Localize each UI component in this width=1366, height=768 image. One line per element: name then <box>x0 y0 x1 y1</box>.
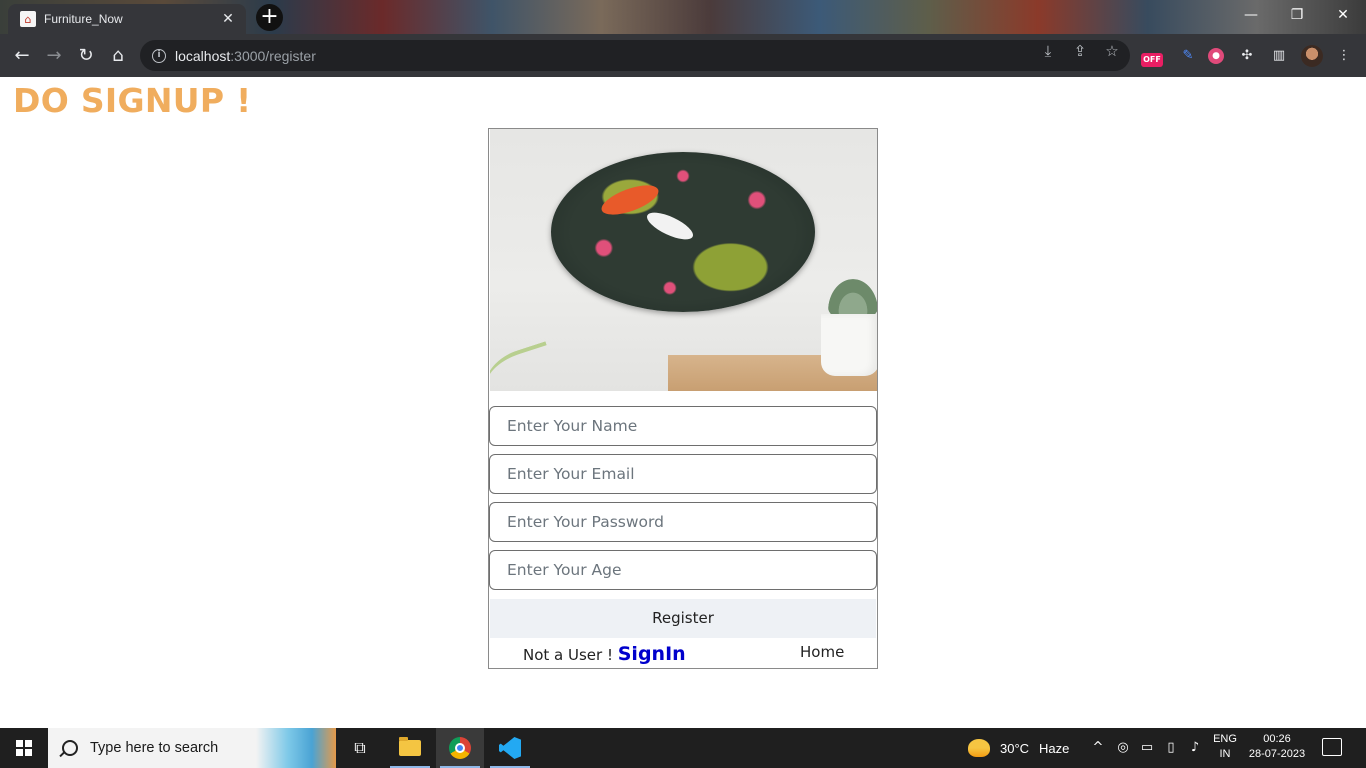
close-window-icon[interactable]: ✕ <box>1320 0 1366 32</box>
site-info-icon[interactable]: i <box>152 48 166 63</box>
folder-icon <box>399 737 421 756</box>
file-explorer-app[interactable] <box>386 728 434 768</box>
reload-icon[interactable]: ↻ <box>72 42 100 70</box>
search-placeholder: Type here to search <box>90 740 219 756</box>
search-icon <box>62 740 78 756</box>
clock-time: 00:26 <box>1263 733 1291 745</box>
vscode-icon <box>499 737 521 759</box>
battery-icon[interactable]: ▭ <box>1137 728 1157 768</box>
network-icon[interactable]: ▯ <box>1161 728 1181 768</box>
language-code: ENG <box>1213 733 1237 745</box>
email-input[interactable] <box>489 454 877 494</box>
profile-avatar[interactable] <box>1301 45 1323 67</box>
region-code: IN <box>1219 748 1231 760</box>
browser-menu-icon[interactable]: ⋮ <box>1333 45 1355 67</box>
windows-taskbar: Type here to search ⧉ 30°C Haze ^ ◎ ▭ ▯ … <box>0 728 1366 768</box>
home-icon[interactable]: ⌂ <box>104 42 132 70</box>
chrome-app[interactable] <box>436 728 484 768</box>
weather-condition: Haze <box>1039 740 1070 756</box>
signin-prompt: Not a User ! SignIn <box>523 643 686 665</box>
pink-extension-icon[interactable]: ● <box>1208 48 1224 64</box>
name-input[interactable] <box>489 406 877 446</box>
password-input[interactable] <box>489 502 877 542</box>
volume-icon[interactable]: ♪ <box>1185 728 1205 768</box>
tab-strip: ⌂ Furniture_Now ✕ + — ❐ ✕ <box>0 0 1366 34</box>
notification-center-icon[interactable] <box>1322 738 1342 756</box>
decor-plate-image <box>490 129 877 391</box>
page-title: DO SIGNUP ! <box>13 81 252 120</box>
taskbar-search-box[interactable]: Type here to search <box>48 728 336 768</box>
bookmark-star-icon[interactable]: ☆ <box>1103 42 1121 60</box>
address-bar[interactable]: i localhost:3000/register <box>140 40 1130 71</box>
input-language[interactable]: ENG IN <box>1211 732 1239 762</box>
coupon-extension-icon[interactable]: OFF <box>1141 53 1163 67</box>
vscode-app[interactable] <box>486 728 534 768</box>
succulent-plant <box>828 279 877 319</box>
new-tab-button[interactable]: + <box>256 4 283 31</box>
system-clock[interactable]: 00:26 28-07-2023 <box>1244 732 1310 762</box>
close-tab-icon[interactable]: ✕ <box>220 11 236 27</box>
start-button[interactable] <box>0 728 48 768</box>
clock-date: 28-07-2023 <box>1248 748 1306 760</box>
extensions-puzzle-icon[interactable]: ✣ <box>1236 45 1258 67</box>
browser-tab[interactable]: ⌂ Furniture_Now ✕ <box>8 4 246 34</box>
site-favicon-icon: ⌂ <box>20 11 36 27</box>
register-button[interactable]: Register <box>490 599 876 638</box>
maximize-window-icon[interactable]: ❐ <box>1274 0 1320 32</box>
plant-leaf <box>490 341 560 391</box>
forward-arrow-icon[interactable]: → <box>40 42 68 70</box>
side-panel-icon[interactable]: ▥ <box>1268 45 1290 67</box>
not-a-user-text: Not a User ! <box>523 646 618 664</box>
url-path: :3000/register <box>230 47 316 64</box>
url-host: localhost <box>175 47 231 64</box>
search-highlight-image <box>256 728 336 768</box>
chrome-icon <box>449 737 471 759</box>
meet-now-icon[interactable]: ◎ <box>1113 728 1133 768</box>
tab-title: Furniture_Now <box>44 12 123 26</box>
minimize-window-icon[interactable]: — <box>1228 0 1274 32</box>
task-view-icon[interactable]: ⧉ <box>336 728 384 768</box>
show-hidden-icons-chevron-icon[interactable]: ^ <box>1089 728 1107 768</box>
weather-widget[interactable]: 30°C Haze <box>968 728 1069 768</box>
translate-extension-icon[interactable]: ✎ <box>1177 45 1199 67</box>
age-input[interactable] <box>489 550 877 590</box>
browser-toolbar: ← → ↻ ⌂ i localhost:3000/register ⤓ ⇪ ☆ … <box>0 34 1366 77</box>
signup-card: Register Not a User ! SignIn Home <box>488 128 878 669</box>
plant-pot <box>821 314 877 376</box>
weather-temperature: 30°C <box>1000 740 1030 756</box>
install-app-icon[interactable]: ⤓ <box>1039 42 1057 60</box>
share-icon[interactable]: ⇪ <box>1071 42 1089 60</box>
page-body: DO SIGNUP ! Register Not a User ! SignIn… <box>0 77 1366 728</box>
home-link[interactable]: Home <box>800 643 844 661</box>
back-arrow-icon[interactable]: ← <box>8 42 36 70</box>
haze-weather-icon <box>968 739 990 757</box>
signin-link[interactable]: SignIn <box>618 643 686 665</box>
windows-logo-icon <box>16 740 32 756</box>
